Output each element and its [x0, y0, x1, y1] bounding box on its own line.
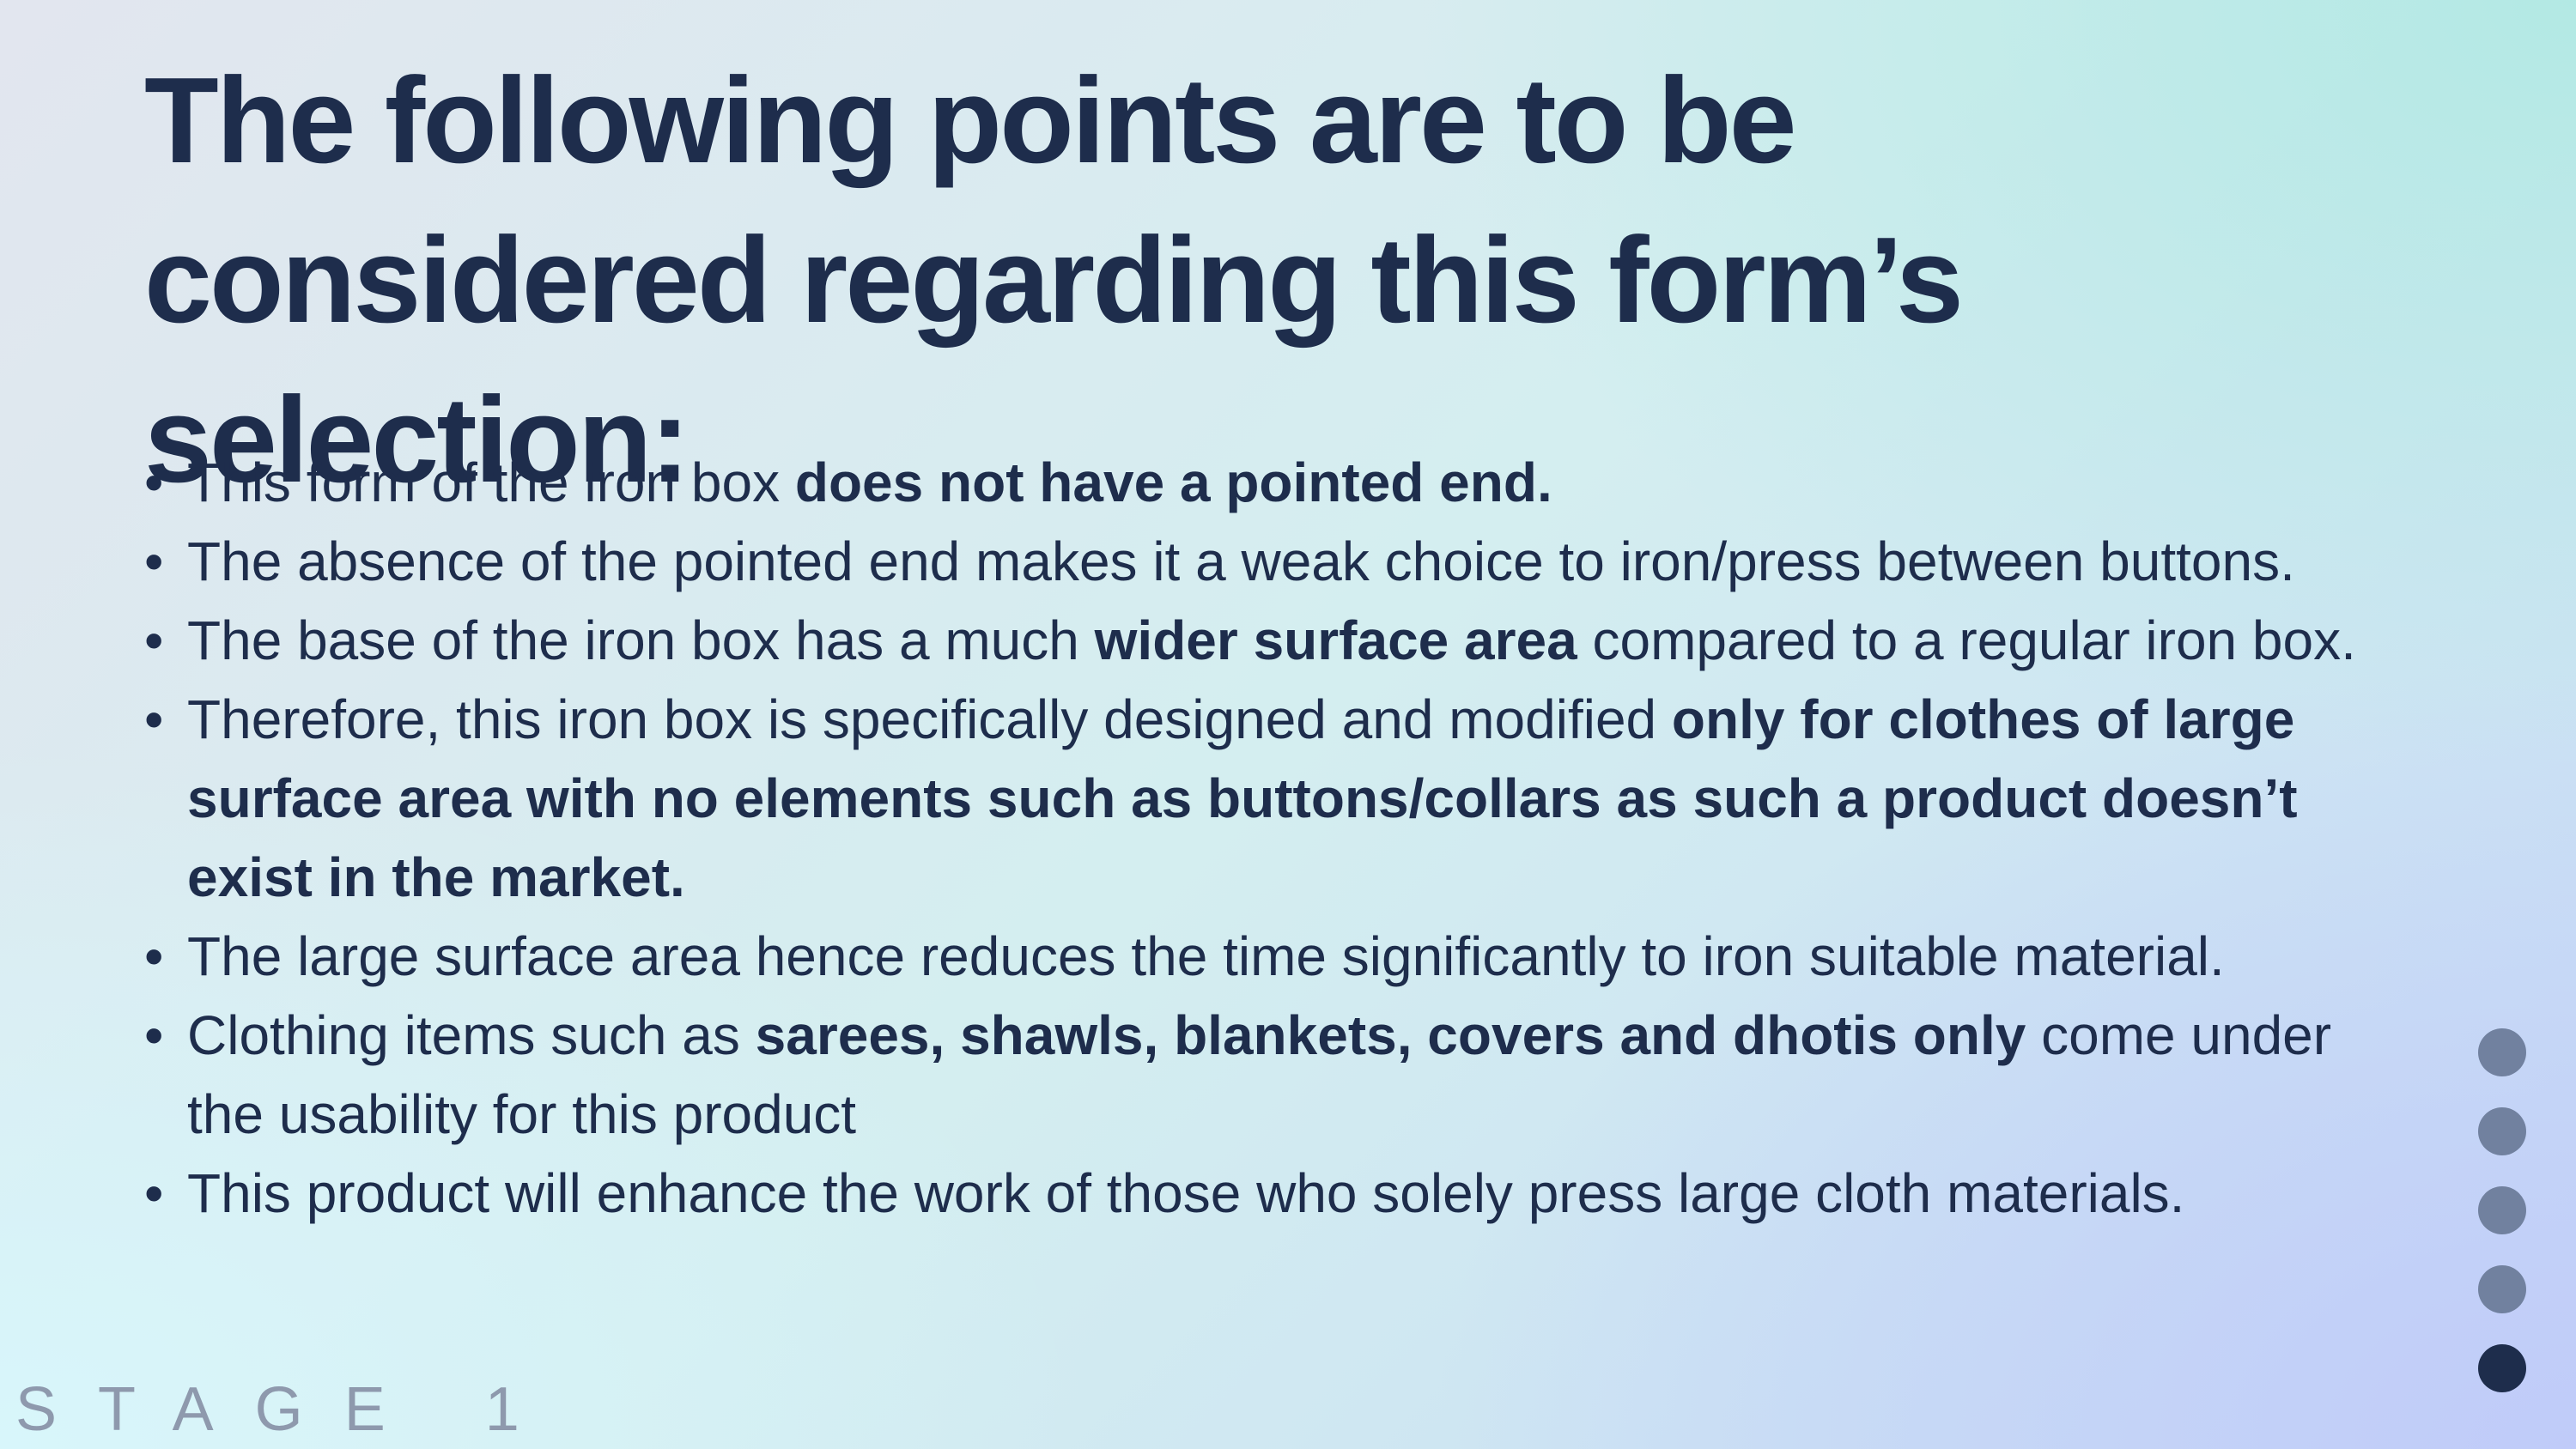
slide: The following points are to be considere…	[0, 0, 2576, 1449]
bullet-text: The absence of the pointed end makes it …	[187, 530, 2295, 592]
bullet-text: compared to a regular iron box.	[1577, 609, 2356, 671]
bullet-text: The large surface area hence reduces the…	[187, 925, 2225, 987]
nav-dot-4[interactable]	[2478, 1265, 2526, 1313]
bullet-text-bold: wider surface area	[1094, 609, 1577, 671]
bullet-text: Therefore, this iron box is specifically…	[187, 688, 1672, 750]
bullet-text: Clothing items such as	[187, 1004, 756, 1066]
nav-dot-2[interactable]	[2478, 1107, 2526, 1155]
bullet-list: This form of the iron box does not have …	[144, 443, 2394, 1233]
bullet-item: The large surface area hence reduces the…	[144, 917, 2394, 996]
bullet-item: This product will enhance the work of th…	[144, 1154, 2394, 1233]
nav-dot-1[interactable]	[2478, 1028, 2526, 1076]
bullet-item: This form of the iron box does not have …	[144, 443, 2394, 522]
stage-label: STAGE 1	[15, 1375, 561, 1444]
bullet-text: This form of the iron box	[187, 452, 795, 513]
bullet-item: Clothing items such as sarees, shawls, b…	[144, 996, 2394, 1154]
nav-dot-5[interactable]	[2478, 1344, 2526, 1392]
bullet-item: The absence of the pointed end makes it …	[144, 522, 2394, 601]
bullet-text: This product will enhance the work of th…	[187, 1162, 2185, 1224]
bullet-item: Therefore, this iron box is specifically…	[144, 680, 2394, 917]
bullet-text-bold: does not have a pointed end.	[794, 452, 1552, 513]
bullet-text-bold: sarees, shawls, blankets, covers and dho…	[755, 1004, 2026, 1066]
bullet-item: The base of the iron box has a much wide…	[144, 601, 2394, 680]
bullet-text: The base of the iron box has a much	[187, 609, 1095, 671]
slide-navigation-dots	[2478, 1028, 2530, 1423]
nav-dot-3[interactable]	[2478, 1186, 2526, 1234]
